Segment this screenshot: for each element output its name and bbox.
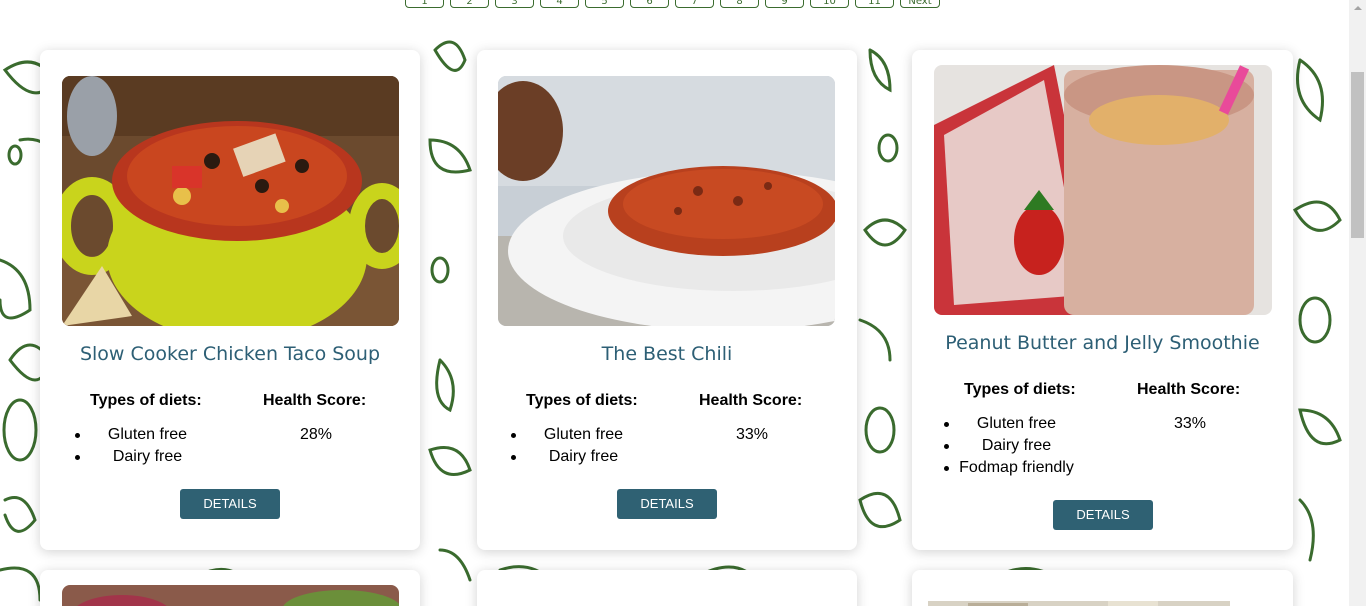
recipe-image-taco-soup[interactable]	[62, 76, 399, 326]
list-item: Dairy free	[511, 446, 656, 468]
page-button[interactable]: 10	[810, 0, 849, 8]
recipe-card: Slow Cooker Chicken Taco Soup Types of d…	[40, 50, 420, 550]
list-item: Dairy free	[944, 435, 1089, 457]
scrollbar-thumb[interactable]	[1351, 72, 1364, 238]
diets-label: Types of diets:	[90, 392, 202, 409]
recipe-image-chili[interactable]	[498, 76, 835, 326]
recipe-title[interactable]: Peanut Butter and Jelly Smoothie	[912, 332, 1293, 354]
page-button[interactable]: 4	[540, 0, 579, 8]
details-button[interactable]: DETAILS	[1053, 500, 1153, 530]
vertical-scrollbar[interactable]	[1349, 0, 1366, 606]
page-button[interactable]: 7	[675, 0, 714, 8]
pagination: 1 2 3 4 5 6 7 8 9 10 11 Next	[0, 0, 1349, 30]
page-button[interactable]: 5	[585, 0, 624, 8]
health-score-label: Health Score:	[699, 392, 803, 409]
health-score-value: 33%	[1174, 415, 1207, 432]
recipe-image[interactable]	[62, 585, 399, 606]
diet-list: Gluten free Dairy free	[75, 424, 220, 468]
page-button[interactable]: 6	[630, 0, 669, 8]
recipe-card	[40, 570, 420, 606]
recipe-card: The Best Chili Types of diets: Health Sc…	[477, 50, 857, 550]
diet-list: Gluten free Dairy free Fodmap friendly	[944, 413, 1089, 479]
list-item: Gluten free	[944, 413, 1089, 435]
health-score-value: 28%	[300, 426, 333, 443]
page-button[interactable]: 8	[720, 0, 759, 8]
scroll-up-arrow-icon[interactable]	[1349, 0, 1366, 17]
list-item: Fodmap friendly	[944, 457, 1089, 479]
next-page-button[interactable]: Next	[900, 0, 940, 8]
list-item: Gluten free	[75, 424, 220, 446]
diets-label: Types of diets:	[964, 381, 1076, 398]
list-item: Gluten free	[511, 424, 656, 446]
page-button[interactable]: 1	[405, 0, 444, 8]
health-score-label: Health Score:	[1137, 381, 1241, 398]
diet-list: Gluten free Dairy free	[511, 424, 656, 468]
recipe-title[interactable]: Slow Cooker Chicken Taco Soup	[40, 343, 420, 365]
health-score-value: 33%	[736, 426, 769, 443]
details-button[interactable]: DETAILS	[617, 489, 717, 519]
page-button[interactable]: 3	[495, 0, 534, 8]
recipe-card: Peanut Butter and Jelly Smoothie Types o…	[912, 50, 1293, 550]
page-button[interactable]: 2	[450, 0, 489, 8]
diets-label: Types of diets:	[526, 392, 638, 409]
recipe-card	[912, 570, 1293, 606]
recipe-image-smoothie[interactable]	[934, 65, 1272, 315]
details-button[interactable]: DETAILS	[180, 489, 280, 519]
recipe-image[interactable]	[928, 601, 1230, 606]
list-item: Dairy free	[75, 446, 220, 468]
health-score-label: Health Score:	[263, 392, 367, 409]
page-button[interactable]: 9	[765, 0, 804, 8]
page-button[interactable]: 11	[855, 0, 894, 8]
recipe-title[interactable]: The Best Chili	[477, 343, 857, 365]
recipe-card	[477, 570, 857, 606]
